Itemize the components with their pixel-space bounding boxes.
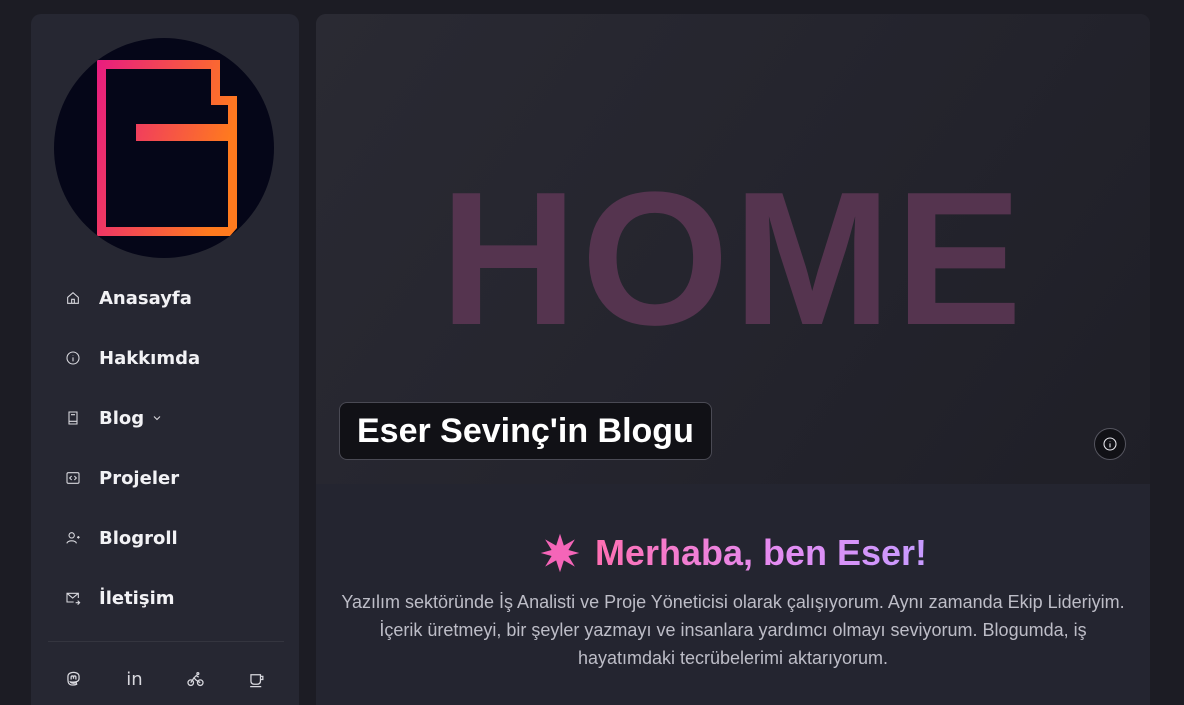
code-icon	[64, 469, 82, 487]
mail-icon	[64, 589, 82, 607]
mastodon-icon	[67, 671, 80, 686]
info-icon	[64, 349, 82, 367]
linkedin-icon: in	[126, 668, 143, 690]
sparkle-icon	[540, 533, 580, 573]
greeting-text: Merhaba, ben Eser!	[594, 532, 928, 573]
hero-watermark: HOME	[440, 153, 1026, 365]
coffee-icon	[250, 673, 264, 687]
book-icon	[64, 409, 82, 427]
bike-icon	[187, 671, 204, 686]
home-icon	[64, 289, 82, 307]
nav-label: Anasayfa	[99, 287, 192, 309]
nav-item-hakkimda[interactable]: Hakkımda	[31, 328, 299, 388]
logo-icon[interactable]	[54, 38, 274, 258]
hero-banner: HOME Eser Sevinç'in Blogu	[316, 14, 1150, 484]
nav-label: İletişim	[99, 587, 175, 609]
social-mastodon[interactable]	[43, 664, 104, 694]
main-nav: Anasayfa Hakkımda Blog Projeler Blogroll…	[31, 268, 299, 628]
nav-item-iletisim[interactable]: İletişim	[31, 568, 299, 628]
users-icon	[64, 529, 82, 547]
bio-text: Yazılım sektöründe İş Analisti ve Proje …	[341, 592, 1125, 668]
chevron-down-icon[interactable]	[151, 412, 163, 424]
nav-item-anasayfa[interactable]: Anasayfa	[31, 268, 299, 328]
nav-label: Blog	[99, 407, 145, 429]
nav-label: Hakkımda	[99, 347, 201, 369]
sidebar: Anasayfa Hakkımda Blog Projeler Blogroll…	[31, 14, 299, 705]
social-bike[interactable]	[165, 664, 226, 694]
social-linkedin[interactable]: in	[104, 664, 165, 694]
social-links: in	[31, 664, 299, 694]
main-content: HOME Eser Sevinç'in Blogu Merhaba, ben E…	[316, 14, 1150, 705]
page-title: Eser Sevinç'in Blogu	[339, 402, 712, 460]
nav-item-blog[interactable]: Blog	[31, 388, 299, 448]
intro-section: Merhaba, ben Eser! Yazılım sektöründe İş…	[316, 532, 1150, 672]
nav-label: Blogroll	[99, 527, 178, 549]
nav-item-blogroll[interactable]: Blogroll	[31, 508, 299, 568]
greeting-heading: Merhaba, ben Eser!	[539, 532, 927, 574]
divider	[48, 641, 284, 642]
info-button[interactable]	[1094, 428, 1126, 460]
nav-item-projeler[interactable]: Projeler	[31, 448, 299, 508]
nav-label: Projeler	[99, 467, 180, 489]
social-coffee[interactable]	[226, 664, 287, 694]
info-icon	[1103, 437, 1117, 451]
